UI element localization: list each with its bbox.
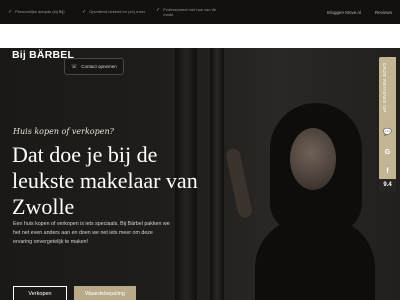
feature-2: ✓ Opvallend bekend en (zo) meer	[82, 9, 146, 15]
feature-text: Persoonlijke aanpak (bij Bij)	[15, 9, 65, 14]
hero-photo-body	[255, 218, 375, 300]
login-link[interactable]: Inloggen Move.nl	[327, 10, 361, 15]
nav-bar	[0, 24, 400, 48]
review-score: 9.4	[379, 179, 396, 191]
valuation-button[interactable]: Waardebepaling	[74, 286, 136, 300]
feature-text: Opvallend bekend en (zo) meer	[89, 9, 146, 14]
curtain-shadow	[210, 48, 224, 300]
chat-icon[interactable]: 💬	[379, 123, 396, 141]
feature-1: ✓ Persoonlijke aanpak (bij Bij)	[8, 9, 72, 15]
sell-button[interactable]: Verkopen	[13, 286, 67, 300]
feature-3: ✓ Professioneel met hoe van de markt	[156, 7, 220, 17]
reviews-link[interactable]: Reviews	[375, 10, 392, 15]
hero-photo-arm	[224, 147, 254, 219]
hero-intro: Een huis kopen of verkopen is iets speci…	[13, 221, 170, 246]
contact-button[interactable]: ☏ Contact opnemen	[64, 58, 124, 75]
hero-headline: Dat doe je bij de leukste makelaar van Z…	[12, 142, 198, 219]
contact-label: Contact opnemen	[81, 64, 117, 69]
top-links: Inloggen Move.nl Reviews	[327, 10, 392, 15]
google-icon[interactable]: G	[379, 143, 396, 161]
check-icon: ✓	[82, 9, 87, 15]
feature-text: Professioneel met hoe van de markt	[163, 7, 217, 17]
check-icon: ✓	[156, 7, 161, 13]
hero-photo-face	[290, 128, 336, 190]
check-icon: ✓	[8, 9, 13, 15]
reviews-label: ONZE REVIEWS OP	[382, 63, 387, 113]
facebook-icon[interactable]: f	[379, 162, 396, 180]
phone-icon: ☏	[71, 63, 78, 70]
top-bar: ✓ Persoonlijke aanpak (bij Bij) ✓ Opvall…	[0, 0, 400, 24]
hero-tagline: Huis kopen of verkopen?	[13, 127, 114, 136]
